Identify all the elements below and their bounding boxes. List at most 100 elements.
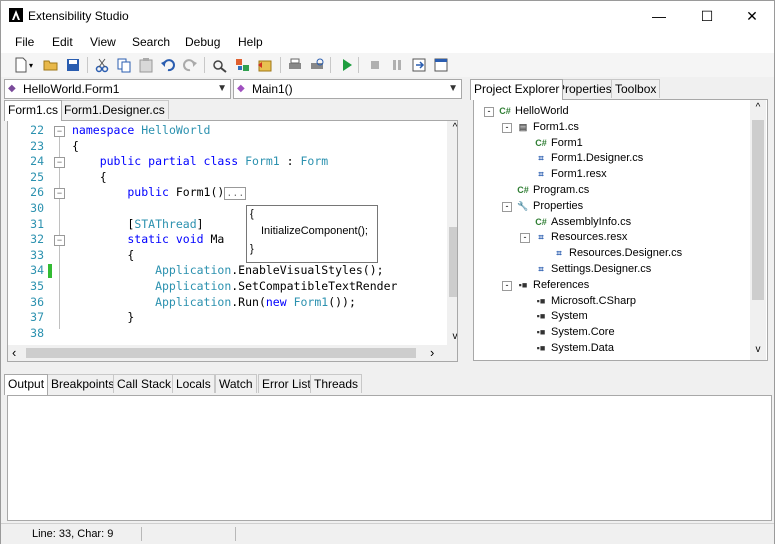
pause-icon[interactable] bbox=[389, 57, 405, 73]
tree-item[interactable]: C# AssemblyInfo.cs bbox=[534, 216, 631, 228]
resx-file-icon: ⌗ bbox=[538, 169, 544, 180]
copy-icon[interactable] bbox=[116, 57, 132, 73]
print-preview-icon[interactable] bbox=[309, 57, 325, 73]
tree-item[interactable]: ⌗ Form1.Designer.cs bbox=[534, 152, 643, 164]
tree-item[interactable]: ⌗ Settings.Designer.cs bbox=[534, 263, 651, 275]
scroll-down-icon[interactable]: v bbox=[752, 344, 764, 355]
tree-item[interactable]: ▪■ System.Data bbox=[534, 342, 614, 354]
title-bar[interactable]: Extensibility Studio — ☐ ✕ bbox=[1, 1, 774, 31]
redo-icon[interactable] bbox=[182, 57, 198, 73]
close-icon: ✕ bbox=[746, 8, 758, 24]
menu-debug[interactable]: Debug bbox=[185, 35, 220, 49]
menu-edit[interactable]: Edit bbox=[52, 35, 73, 49]
code-token: ()); bbox=[328, 294, 356, 309]
tree-vertical-scrollbar[interactable]: ^ v bbox=[750, 100, 766, 360]
tree-item[interactable]: ▪■ Microsoft.CSharp bbox=[534, 295, 636, 307]
tab-form1-designer-cs[interactable]: Form1.Designer.cs bbox=[60, 100, 169, 119]
scroll-right-icon[interactable]: › bbox=[430, 345, 434, 360]
code-editor[interactable]: 22 23 24 25 26 30 31 32 33 34 35 36 37 38 − namespace … bbox=[7, 120, 458, 347]
tree-expander-icon[interactable]: - bbox=[502, 280, 512, 291]
menu-file[interactable]: File bbox=[15, 35, 34, 49]
tab-toolbox[interactable]: Toolbox bbox=[611, 79, 661, 98]
run-icon[interactable] bbox=[339, 57, 355, 73]
tree-item[interactable]: C# Form1 bbox=[534, 137, 583, 149]
editor-vertical-scrollbar[interactable]: ^ v bbox=[447, 121, 458, 346]
tree-item[interactable]: ⌗ Resources.Designer.cs bbox=[552, 247, 682, 259]
cut-icon[interactable] bbox=[94, 57, 110, 73]
tree-item[interactable]: C# HelloWorld bbox=[498, 105, 568, 117]
tab-call-stack[interactable]: Call Stack bbox=[113, 374, 176, 393]
tree-item[interactable]: C# Program.cs bbox=[516, 184, 589, 196]
undo-icon[interactable] bbox=[160, 57, 176, 73]
code-token: public bbox=[72, 185, 176, 200]
save-icon[interactable] bbox=[65, 57, 81, 73]
minimize-button[interactable]: — bbox=[636, 1, 682, 31]
code-token: Form bbox=[300, 154, 329, 169]
tab-project-explorer[interactable]: Project Explorer bbox=[470, 79, 564, 100]
tree-item[interactable]: ▪■ System bbox=[534, 310, 588, 322]
print-icon[interactable] bbox=[287, 57, 303, 73]
code-line: public partial class Form1 : Form bbox=[72, 154, 329, 169]
close-button[interactable]: ✕ bbox=[729, 1, 775, 31]
tree-item[interactable]: ▪■ References bbox=[516, 279, 590, 291]
menu-help[interactable]: Help bbox=[238, 35, 263, 49]
code-token: new bbox=[265, 294, 294, 309]
scroll-down-icon[interactable]: v bbox=[449, 332, 458, 342]
code-line: Application.Run(new Form1()); bbox=[72, 295, 356, 309]
stop-icon[interactable] bbox=[367, 57, 383, 73]
code-line: namespace HelloWorld bbox=[72, 123, 211, 137]
tab-output[interactable]: Output bbox=[4, 374, 49, 395]
tree-item[interactable]: ▪■ System.Core bbox=[534, 326, 615, 338]
build-icon[interactable] bbox=[235, 57, 251, 73]
scroll-thumb[interactable] bbox=[26, 348, 416, 358]
menu-view[interactable]: View bbox=[90, 35, 116, 49]
tab-watch[interactable]: Watch bbox=[215, 374, 257, 393]
package-icon[interactable] bbox=[257, 57, 273, 73]
splitter[interactable] bbox=[464, 79, 468, 369]
collapsed-region-marker[interactable]: ... bbox=[224, 187, 247, 201]
open-folder-icon[interactable] bbox=[43, 57, 59, 73]
tree-item[interactable]: ⌗ Form1.resx bbox=[534, 168, 607, 181]
member-combo[interactable]: ◆ Main1() ▼ bbox=[233, 79, 462, 99]
tab-breakpoints[interactable]: Breakpoints bbox=[47, 374, 119, 393]
tab-form1-cs[interactable]: Form1.cs bbox=[4, 100, 63, 121]
scroll-up-icon[interactable]: ^ bbox=[752, 102, 764, 113]
new-file-icon[interactable] bbox=[13, 57, 29, 73]
tree-item-label: Form1.resx bbox=[551, 168, 607, 181]
tree-expander-icon[interactable]: - bbox=[502, 201, 512, 212]
tree-expander-icon[interactable]: - bbox=[520, 233, 530, 244]
scroll-up-icon[interactable]: ^ bbox=[449, 123, 457, 133]
menu-search[interactable]: Search bbox=[132, 35, 170, 49]
scroll-left-icon[interactable]: ‹ bbox=[12, 345, 16, 360]
line-number: 23 bbox=[30, 138, 44, 153]
tab-threads[interactable]: Threads bbox=[310, 374, 363, 393]
code-token: Form1 bbox=[245, 154, 280, 169]
window-title: Extensibility Studio bbox=[28, 9, 129, 23]
tab-error-list[interactable]: Error List bbox=[258, 374, 315, 393]
debug-window-icon[interactable] bbox=[433, 57, 449, 73]
tree-item-label: Resources.Designer.cs bbox=[569, 247, 683, 260]
output-pane[interactable] bbox=[7, 395, 772, 521]
fold-toggle-icon[interactable]: − bbox=[54, 126, 65, 137]
scroll-thumb[interactable] bbox=[449, 227, 457, 297]
code-line: { bbox=[72, 170, 107, 184]
scroll-thumb[interactable] bbox=[752, 120, 764, 300]
paste-icon[interactable] bbox=[138, 57, 154, 73]
cursor-position: Line: 33, Char: 9 bbox=[32, 528, 114, 540]
tree-expander-icon[interactable]: - bbox=[502, 122, 512, 133]
editor-horizontal-scrollbar[interactable]: ‹ › bbox=[7, 345, 458, 362]
tree-expander-icon[interactable]: - bbox=[484, 107, 494, 117]
tree-item[interactable]: ▤ Form1.cs bbox=[516, 121, 579, 133]
find-icon[interactable] bbox=[212, 57, 228, 73]
class-combo[interactable]: ◆ HelloWorld.Form1 ▼ bbox=[4, 79, 231, 99]
step-icon[interactable] bbox=[411, 57, 427, 73]
status-divider bbox=[235, 527, 236, 541]
tree-item[interactable]: 🔧 Properties bbox=[516, 200, 583, 212]
fold-toggle-icon[interactable]: − bbox=[54, 235, 65, 247]
fold-toggle-icon[interactable]: − bbox=[54, 157, 65, 169]
tree-item[interactable]: ⌗ Resources.resx bbox=[534, 231, 627, 243]
line-number-gutter: 22 23 24 25 26 30 31 32 33 34 35 36 37 38 bbox=[8, 121, 48, 346]
fold-toggle-icon[interactable]: − bbox=[54, 188, 65, 200]
maximize-button[interactable]: ☐ bbox=[684, 1, 730, 31]
tab-locals[interactable]: Locals bbox=[172, 374, 215, 393]
